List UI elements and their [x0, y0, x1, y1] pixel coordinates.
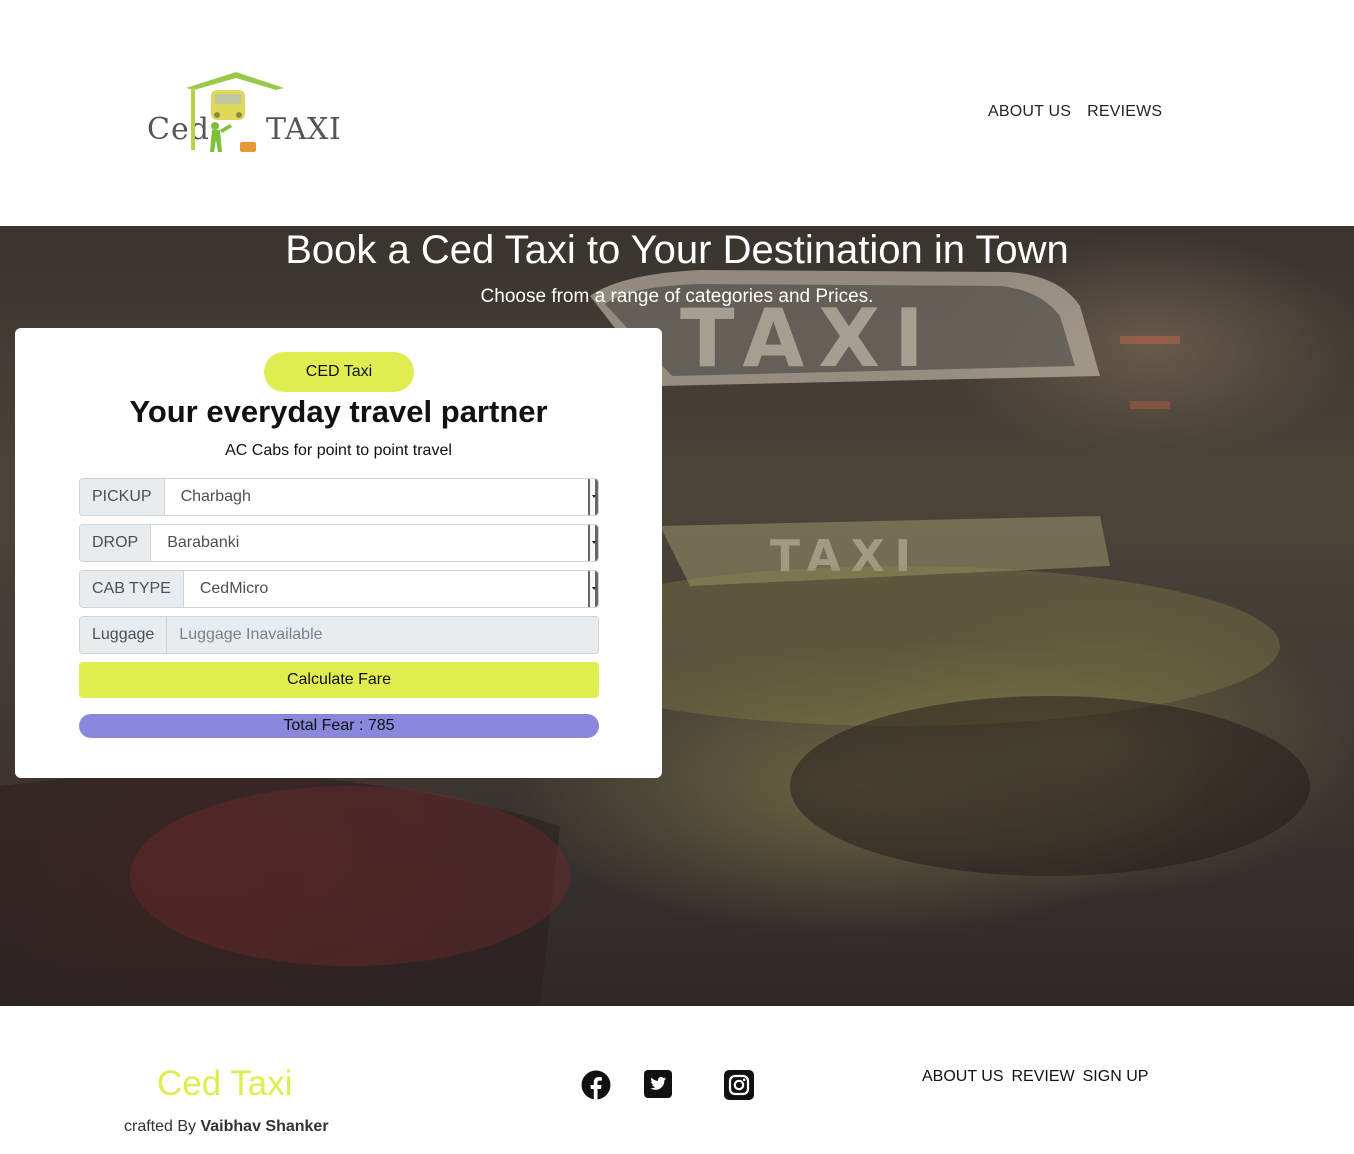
footer-review-link[interactable]: REVIEW — [1012, 1068, 1075, 1086]
card-subtitle: AC Cabs for point to point travel — [225, 442, 452, 459]
footer-nav: ABOUT US REVIEW SIGN UP — [922, 1068, 1148, 1086]
credit-author: Vaibhav Shanker — [200, 1118, 329, 1135]
luggage-label: Luggage — [80, 617, 168, 653]
nav-reviews-link[interactable]: REVIEWS — [1087, 103, 1162, 121]
ced-taxi-badge: CED Taxi — [264, 352, 414, 392]
logo-word-taxi: TAXI — [266, 112, 342, 147]
facebook-icon[interactable] — [581, 1070, 611, 1100]
instagram-icon[interactable] — [724, 1070, 754, 1100]
footer-brand: Ced Taxi — [157, 1064, 293, 1103]
footer-sign-up-link[interactable]: SIGN UP — [1083, 1068, 1149, 1086]
hero-title: Book a Ced Taxi to Your Destination in T… — [285, 228, 1069, 272]
pickup-select-group: PICKUP Charbagh — [79, 478, 599, 516]
pickup-select[interactable]: Charbagh — [164, 479, 598, 515]
ced-taxi-logo[interactable]: Ced TAXI — [144, 70, 341, 160]
drop-select-group: DROP Barabanki — [79, 524, 599, 562]
drop-value: Barabanki — [167, 534, 240, 551]
dropdown-arrow-icon[interactable] — [588, 479, 598, 515]
calculate-fare-button[interactable]: Calculate Fare — [79, 662, 599, 698]
luggage-placeholder: Luggage Inavailable — [179, 626, 323, 643]
luggage-input[interactable]: Luggage Inavailable — [167, 617, 598, 653]
drop-select[interactable]: Barabanki — [151, 525, 598, 561]
dropdown-arrow-icon[interactable] — [588, 525, 598, 561]
dropdown-arrow-icon[interactable] — [588, 571, 598, 607]
nav-about-us-link[interactable]: ABOUT US — [988, 103, 1071, 121]
site-header: Ced TAXI ABOUT US REVIEWS — [0, 0, 1354, 226]
drop-label: DROP — [80, 525, 152, 561]
cab-type-select[interactable]: CedMicro — [183, 571, 598, 607]
top-nav: ABOUT US REVIEWS — [988, 103, 1162, 121]
twitter-icon[interactable] — [644, 1070, 672, 1098]
credit-prefix: crafted By — [124, 1118, 197, 1135]
footer-credit: crafted By Vaibhav Shanker — [124, 1118, 329, 1136]
pickup-value: Charbagh — [180, 488, 251, 505]
total-fare-display: Total Fear : 785 — [79, 714, 599, 738]
hero-section: TAXI TAXI Book a Ced Taxi to Your Destin… — [0, 226, 1354, 1006]
card-title: Your everyday travel partner — [129, 394, 548, 429]
cab-type-label: CAB TYPE — [80, 571, 184, 607]
footer-about-us-link[interactable]: ABOUT US — [922, 1068, 1004, 1086]
cab-type-value: CedMicro — [199, 580, 269, 597]
hero-subtitle: Choose from a range of categories and Pr… — [480, 286, 874, 307]
pickup-label: PICKUP — [80, 479, 165, 515]
cab-type-select-group: CAB TYPE CedMicro — [79, 570, 599, 608]
luggage-input-group: Luggage Luggage Inavailable — [79, 616, 599, 654]
site-footer: Ced Taxi crafted By Vaibhav Shanker ABOU… — [0, 1006, 1354, 1154]
booking-card: CED Taxi Your everyday travel partner AC… — [15, 328, 662, 778]
